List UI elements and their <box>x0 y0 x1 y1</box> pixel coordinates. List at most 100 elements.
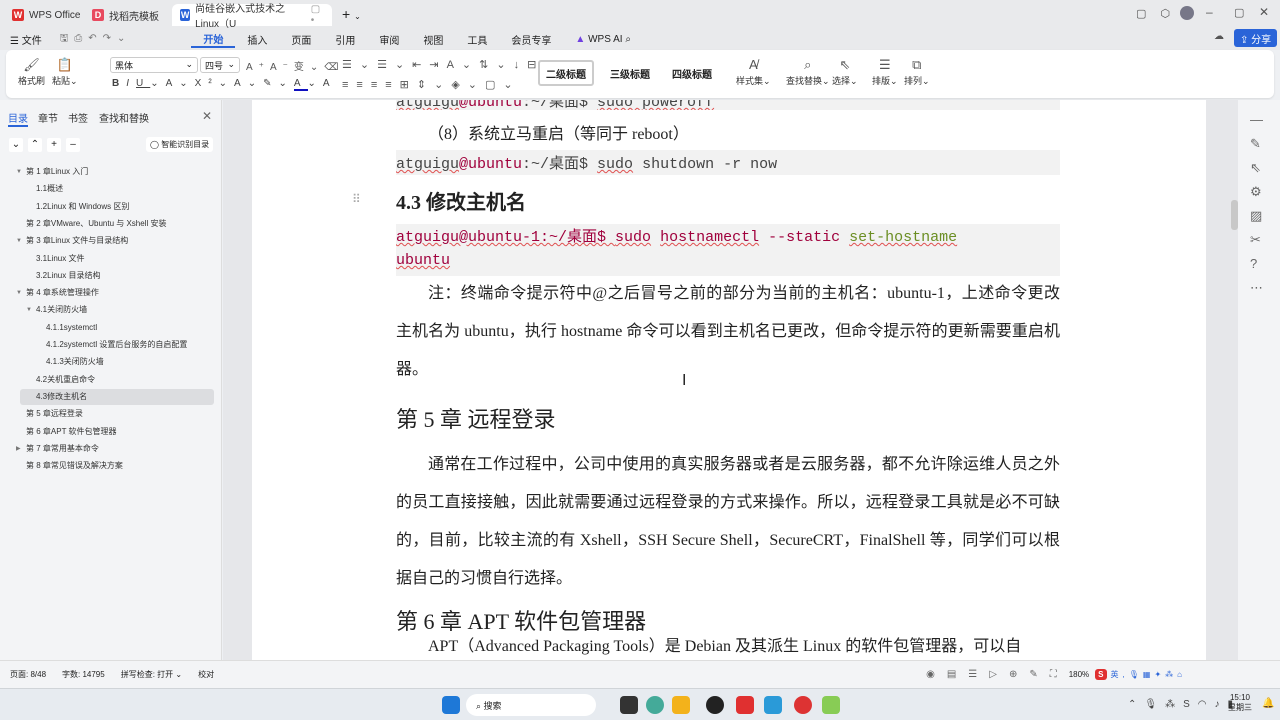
toc-toggle-icon[interactable]: ▼ <box>16 285 22 301</box>
tab-wps-office[interactable]: W WPS Office <box>4 4 89 26</box>
minimize-button[interactable]: – <box>1206 5 1213 19</box>
font-family-select[interactable]: 黑体 ⌄ <box>110 57 198 73</box>
select-cursor-icon[interactable]: ⇖ <box>1250 160 1261 176</box>
arrange-button[interactable]: ⧉ 排列⌄ <box>904 56 930 87</box>
close-panel-icon[interactable]: ✕ <box>202 109 212 123</box>
menu-view[interactable]: 视图 <box>411 32 455 47</box>
style-heading4[interactable]: 四级标题 <box>662 60 722 86</box>
view-mode-buttons[interactable]: ◉▤☰▷⊕✎⛶ <box>926 669 1069 680</box>
chapter-5-paragraph[interactable]: 通常在工作过程中，公司中使用的真实服务器或者是云服务器，都不允许除运维人员之外的… <box>396 446 1060 598</box>
font-grow-shrink-buttons[interactable]: A⁺A⁻变⌄⌫ <box>246 58 344 73</box>
menu-insert[interactable]: 插入 <box>235 32 279 47</box>
panel-tab-bookmarks[interactable]: 书签 <box>68 110 88 125</box>
tools-icon[interactable]: ✂ <box>1250 232 1261 248</box>
note-paragraph[interactable]: 注：终端命令提示符中@之后冒号之前的部分为当前的主机名：ubuntu-1，上述命… <box>396 275 1060 389</box>
expand-button[interactable]: ⌃ <box>28 138 42 152</box>
app-icon-obs[interactable] <box>706 696 724 714</box>
menu-review[interactable]: 审阅 <box>367 32 411 47</box>
ime-toolbar[interactable]: 英,🎙▦✦⁂⌂ <box>1111 669 1186 680</box>
paste-button[interactable]: 📋 粘贴⌄ <box>52 56 78 87</box>
zoom-level[interactable]: 180% <box>1069 670 1089 679</box>
app-icon-red[interactable] <box>794 696 812 714</box>
taskbar-search[interactable]: ⌕ 搜索 <box>466 694 596 716</box>
app-icon-chrome[interactable] <box>646 696 664 714</box>
font-size-select[interactable]: 四号 ⌄ <box>200 57 240 73</box>
font-format-buttons[interactable]: BIU⌄A⌄X²⌄A⌄✎⌄A⌄A <box>112 78 337 91</box>
drag-handle-icon[interactable]: ⠿ <box>352 192 361 206</box>
add-level-button[interactable]: + <box>47 138 61 152</box>
proofread-button[interactable]: 校对 <box>198 669 214 680</box>
toc-item[interactable]: 4.2关机重启命令 <box>20 372 214 388</box>
collapse-icon[interactable]: — <box>1250 112 1263 127</box>
menu-wps-ai[interactable]: ▲ WPS AI ⌕ <box>563 34 643 45</box>
new-tab-button[interactable]: + ⌄ <box>342 6 361 22</box>
panel-tab-chapters[interactable]: 章节 <box>38 110 58 125</box>
toc-item[interactable]: 4.1.1systemctl <box>20 320 214 336</box>
collapse-button[interactable]: ⌄ <box>9 138 23 152</box>
settings-sliders-icon[interactable]: ⚙ <box>1250 184 1262 200</box>
start-button[interactable] <box>442 696 460 714</box>
menu-home[interactable]: 开始 <box>191 31 236 48</box>
toc-item[interactable]: ▼ 第 1 章Linux 入门 <box>16 164 214 180</box>
close-button[interactable]: ✕ <box>1259 5 1269 19</box>
panel-tab-toc[interactable]: 目录 <box>8 110 28 127</box>
toc-item[interactable]: 4.1.2systemctl 设置后台服务的自启配置 <box>20 337 214 353</box>
app-icon-explorer[interactable] <box>672 696 690 714</box>
format-painter-button[interactable]: 🖌 格式刷 <box>18 56 45 87</box>
remove-level-button[interactable]: – <box>66 138 80 152</box>
style-heading3[interactable]: 三级标题 <box>600 60 660 86</box>
layout-button[interactable]: ☰ 排版⌄ <box>872 56 898 87</box>
notification-bell-icon[interactable]: 🔔 <box>1262 698 1274 709</box>
tab-close-icon[interactable]: ▢ • <box>311 4 324 26</box>
tab-document[interactable]: W 尚硅谷嵌入式技术之Linux（U ▢ • <box>172 4 332 30</box>
toc-item[interactable]: ▶ 第 7 章常用基本命令 <box>16 441 214 457</box>
pen-icon[interactable]: ✎ <box>1250 136 1261 152</box>
menu-references[interactable]: 引用 <box>323 32 367 47</box>
more-icon[interactable]: ⋯ <box>1250 280 1263 296</box>
paragraph-buttons-bottom[interactable]: ≡≡≡≡⊞⇕⌄◈⌄▢⌄ <box>342 78 521 91</box>
menu-tools[interactable]: 工具 <box>455 32 499 47</box>
system-tray-icons[interactable]: ⌃🎙⁂S◠♪▮ <box>1128 699 1241 710</box>
toc-item[interactable]: ▼ 4.1关闭防火墙 <box>20 302 214 318</box>
paragraph-buttons-top[interactable]: ☰⌄☰⌄⇤⇥A⌄⇅⌄↓⊟ <box>342 58 544 71</box>
app-icon-app[interactable] <box>764 696 782 714</box>
search-icon[interactable]: ⌕ <box>625 34 631 45</box>
toc-item[interactable]: ▼ 第 3 章Linux 文件与目录结构 <box>16 233 214 249</box>
vertical-scrollbar[interactable] <box>1231 100 1238 660</box>
image-icon[interactable]: ▨ <box>1250 208 1262 224</box>
toc-toggle-icon[interactable]: ▼ <box>16 233 22 249</box>
window-controls[interactable]: ▢⬡ <box>1136 7 1184 20</box>
clock[interactable]: 15:10 星期三 <box>1228 693 1252 713</box>
menu-file[interactable]: ☰ 文件 <box>0 32 54 47</box>
share-button[interactable]: ⇪ 分享 <box>1234 29 1278 47</box>
cloud-icon[interactable]: ☁ <box>1214 31 1224 42</box>
menu-member[interactable]: 会员专享 <box>499 32 563 47</box>
toc-item[interactable]: 1.1概述 <box>20 181 214 197</box>
toc-toggle-icon[interactable]: ▼ <box>26 302 32 318</box>
maximize-button[interactable]: ▢ <box>1234 6 1244 19</box>
app-icon-green[interactable] <box>822 696 840 714</box>
toc-item[interactable]: 第 2 章VMware、Ubuntu 与 Xshell 安装 <box>20 216 214 232</box>
menu-page[interactable]: 页面 <box>279 32 323 47</box>
page-count[interactable]: 页面: 8/48 <box>10 669 46 680</box>
toc-item[interactable]: 4.1.3关闭防火墙 <box>20 354 214 370</box>
toc-item[interactable]: ▼ 第 4 章系统管理操作 <box>16 285 214 301</box>
spell-check[interactable]: 拼写检查: 打开 ⌄ <box>121 669 182 680</box>
toc-item[interactable]: 第 6 章APT 软件包管理器 <box>20 424 214 440</box>
toc-item[interactable]: 第 5 章远程登录 <box>20 406 214 422</box>
find-replace-button[interactable]: ⌕ 查找替换⌄ <box>786 56 830 87</box>
toc-item[interactable]: 3.2Linux 目录结构 <box>20 268 214 284</box>
select-button[interactable]: ⇖ 选择⌄ <box>832 56 858 87</box>
toc-item[interactable]: 4.3修改主机名 <box>20 388 214 405</box>
panel-tab-find[interactable]: 查找和替换 <box>99 110 149 125</box>
quick-access-icons[interactable]: 🖫⎙↶↷⌄ <box>54 31 192 48</box>
toc-toggle-icon[interactable]: ▼ <box>16 164 22 180</box>
toc-toggle-icon[interactable]: ▶ <box>16 441 21 457</box>
avatar[interactable] <box>1180 6 1194 20</box>
toc-item[interactable]: 1.2Linux 和 Windows 区别 <box>20 199 214 215</box>
smart-toc-button[interactable]: ◯ 智能识别目录 <box>146 137 214 152</box>
style-heading2[interactable]: 二级标题 <box>538 60 594 86</box>
app-icon-terminal[interactable] <box>620 696 638 714</box>
ime-logo-icon[interactable]: S <box>1095 669 1107 680</box>
style-set-button[interactable]: A̸ 样式集⌄ <box>736 56 771 87</box>
